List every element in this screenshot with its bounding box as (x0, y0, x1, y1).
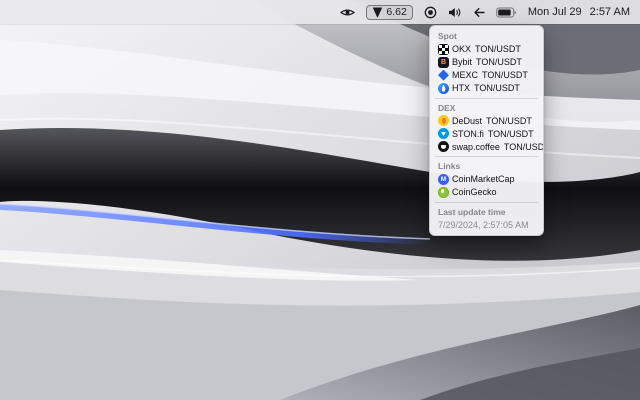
battery-icon[interactable] (496, 7, 517, 18)
menu-bar: 6.62 Mon Jul 29 2:57 AM (0, 0, 640, 24)
coingecko-icon (438, 187, 449, 198)
htx-icon (438, 83, 449, 94)
menu-separator (435, 98, 538, 99)
section-header-dex: DEX (430, 102, 543, 115)
menu-item-mexc[interactable]: MEXC TON/USDT (430, 69, 543, 82)
pair-label: TON/USDT (486, 116, 532, 126)
menubar-time: 2:57 AM (590, 6, 630, 18)
exchange-name: HTX (452, 83, 470, 93)
link-name: CoinGecko (452, 187, 497, 197)
exchange-name: Bybit (452, 57, 472, 67)
link-name: CoinMarketCap (452, 174, 515, 184)
stonfi-icon (438, 128, 449, 139)
record-icon[interactable] (424, 6, 437, 19)
menu-separator (435, 156, 538, 157)
exchange-name: swap.coffee (452, 142, 500, 152)
last-update-timestamp: 7/29/2024, 2:57:05 AM (430, 219, 543, 231)
pair-label: TON/USDT (476, 57, 522, 67)
menu-item-coinmarketcap[interactable]: CoinMarketCap (430, 173, 543, 186)
coinmarketcap-icon (438, 174, 449, 185)
desktop-wallpaper (0, 0, 640, 400)
exchange-name: MEXC (452, 70, 478, 80)
menu-item-okx[interactable]: OKX TON/USDT (430, 43, 543, 56)
ton-price-status-item[interactable]: 6.62 (366, 5, 412, 20)
exchange-name: STON.fi (452, 129, 484, 139)
back-arrow-icon[interactable] (473, 7, 485, 18)
dedust-icon (438, 115, 449, 126)
okx-icon (438, 44, 449, 55)
pair-label: TON/USDT (488, 129, 534, 139)
bybit-icon (438, 57, 449, 68)
section-header-last-update: Last update time (430, 206, 543, 219)
menu-item-htx[interactable]: HTX TON/USDT (430, 82, 543, 95)
menubar-clock[interactable]: Mon Jul 29 2:57 AM (528, 6, 630, 18)
pair-label: TON/USDT (482, 70, 528, 80)
section-header-links: Links (430, 160, 543, 173)
pair-label: TON/USDT (504, 142, 543, 152)
section-header-spot: Spot (430, 30, 543, 43)
menu-item-dedust[interactable]: DeDust TON/USDT (430, 114, 543, 127)
menu-item-swapcoffee[interactable]: swap.coffee TON/USDT (430, 140, 543, 153)
menu-item-stonfi[interactable]: STON.fi TON/USDT (430, 127, 543, 140)
eye-icon[interactable] (340, 7, 355, 18)
ton-dropdown-menu: Spot OKX TON/USDT Bybit TON/USDT MEXC TO… (429, 25, 544, 236)
exchange-name: OKX (452, 44, 471, 54)
menu-item-coingecko[interactable]: CoinGecko (430, 186, 543, 199)
ton-price-value: 6.62 (386, 7, 406, 18)
ton-shield-icon (372, 7, 383, 18)
pair-label: TON/USDT (475, 44, 521, 54)
pair-label: TON/USDT (474, 83, 520, 93)
menu-separator (435, 202, 538, 203)
volume-icon[interactable] (448, 7, 462, 18)
exchange-name: DeDust (452, 116, 482, 126)
menubar-date: Mon Jul 29 (528, 6, 582, 18)
menu-item-bybit[interactable]: Bybit TON/USDT (430, 56, 543, 69)
mexc-icon (438, 70, 449, 81)
swapcoffee-icon (438, 141, 449, 152)
